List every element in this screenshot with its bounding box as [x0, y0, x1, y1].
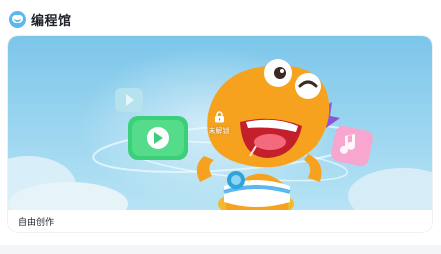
section-header: 编程馆	[9, 8, 72, 30]
page: 编程馆 未解锁 自由创作	[0, 0, 441, 245]
dino-face-icon	[9, 10, 26, 28]
lock-label: 未解锁	[208, 127, 230, 135]
section-title: 编程馆	[31, 13, 72, 29]
free-create-card[interactable]: 未解锁 自由创作	[8, 36, 432, 232]
card-footer: 自由创作	[8, 210, 432, 232]
lock-icon	[214, 111, 224, 123]
card-caption: 自由创作	[18, 217, 55, 228]
lock-overlay: 未解锁	[205, 111, 233, 136]
